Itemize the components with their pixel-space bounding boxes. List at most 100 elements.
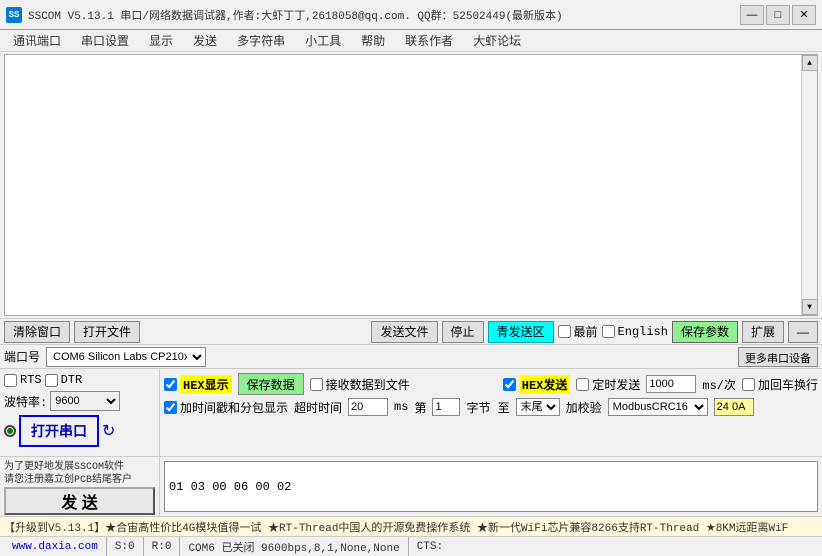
- port-status-indicator: [4, 425, 16, 437]
- notice-text: 为了更好地发展SSCOM软件 请您注册嘉立创PCB结尾客户: [4, 461, 155, 487]
- hex-display-checkbox[interactable]: [164, 378, 177, 391]
- timeout-input[interactable]: [348, 398, 388, 416]
- status-port: COM6 已关闭 9600bps,8,1,None,None: [180, 537, 408, 556]
- status-r-count: R:0: [144, 537, 181, 556]
- minimize-button[interactable]: —: [740, 5, 764, 25]
- display-content: [5, 55, 817, 315]
- english-checkbox-row: English: [602, 325, 668, 339]
- middle-area: RTS DTR 波特率: 9600 打开串口 ↻ HEX显示: [0, 368, 822, 456]
- port-label: 端口号: [4, 348, 40, 365]
- status-website[interactable]: www.daxia.com: [4, 537, 107, 556]
- baud-label: 波特率:: [4, 393, 47, 410]
- last-label: 最前: [574, 323, 598, 340]
- checksum-label: 加校验: [566, 399, 602, 416]
- right-panel: HEX显示 保存数据 接收数据到文件 HEX发送 定时发送 ms/次 加回车换行: [160, 369, 822, 456]
- main-display: ▲ ▼: [4, 54, 818, 316]
- title-controls: — □ ✕: [740, 5, 816, 25]
- page-input[interactable]: [432, 398, 460, 416]
- menu-contact[interactable]: 联系作者: [396, 29, 462, 52]
- send-area: 为了更好地发展SSCOM软件 请您注册嘉立创PCB结尾客户 发 送: [0, 456, 822, 516]
- title-bar: SS SSCOM V5.13.1 串口/网络数据调试器,作者:大虾丁丁,2618…: [0, 0, 822, 30]
- timeout-unit-label: ms: [394, 400, 408, 414]
- timeout-label: 超时时间: [294, 399, 342, 416]
- scroll-down-button[interactable]: ▼: [802, 299, 818, 315]
- maximize-button[interactable]: □: [766, 5, 790, 25]
- expand-button[interactable]: 扩展: [742, 321, 784, 343]
- rts-dtr-row: RTS DTR: [4, 373, 155, 387]
- hex-display-row: HEX显示 保存数据 接收数据到文件 HEX发送 定时发送 ms/次 加回车换行: [164, 373, 818, 395]
- menu-port-settings[interactable]: 串口设置: [72, 29, 138, 52]
- vertical-scrollbar[interactable]: ▲ ▼: [801, 55, 817, 315]
- hex-display-cb-row: HEX显示: [164, 375, 232, 394]
- timed-ms-input[interactable]: [646, 375, 696, 393]
- ticker-text: 【升级到V5.13.1】★合宙高性价比4G模块值得一试 ★RT-Thread中国…: [4, 523, 788, 535]
- last-checkbox[interactable]: [558, 325, 571, 338]
- app-icon: SS: [6, 7, 22, 23]
- page-label: 第: [414, 399, 426, 416]
- menu-multistring[interactable]: 多字符串: [228, 29, 294, 52]
- hex-value-input[interactable]: [714, 398, 754, 416]
- send-left-panel: 为了更好地发展SSCOM软件 请您注册嘉立创PCB结尾客户 发 送: [0, 457, 160, 516]
- baud-select[interactable]: 9600: [50, 391, 120, 411]
- timed-unit-label: ms/次: [702, 376, 736, 393]
- status-cts: CTS:: [409, 537, 818, 556]
- baud-row: 波特率: 9600: [4, 391, 155, 411]
- timed-send-cb-row: 定时发送: [576, 376, 640, 393]
- english-checkbox[interactable]: [602, 325, 615, 338]
- bottom-toolbar: 清除窗口 打开文件 发送文件 停止 青发送区 最前 English 保存参数 扩…: [0, 318, 822, 344]
- status-s-count: S:0: [107, 537, 144, 556]
- port-select[interactable]: COM6 Silicon Labs CP210x U...: [46, 347, 206, 367]
- timed-send-label: 定时发送: [592, 376, 640, 393]
- recv-to-file-checkbox[interactable]: [310, 378, 323, 391]
- left-panel: RTS DTR 波特率: 9600 打开串口 ↻: [0, 369, 160, 456]
- save-data-button[interactable]: 保存数据: [238, 373, 304, 395]
- menu-tools[interactable]: 小工具: [296, 29, 350, 52]
- checksum-select[interactable]: ModbusCRC16: [608, 398, 708, 416]
- send-button[interactable]: 发 送: [4, 487, 155, 515]
- port-row: 端口号 COM6 Silicon Labs CP210x U... 更多串口设备: [0, 344, 822, 368]
- clear-window-button[interactable]: 清除窗口: [4, 321, 70, 343]
- refresh-icon[interactable]: ↻: [102, 421, 115, 441]
- port-status-dot: [7, 428, 13, 434]
- ticker-row: 【升级到V5.13.1】★合宙高性价比4G模块值得一试 ★RT-Thread中国…: [0, 516, 822, 536]
- rts-checkbox[interactable]: [4, 374, 17, 387]
- menu-forum[interactable]: 大虾论坛: [464, 29, 530, 52]
- add-crlf-label: 加回车换行: [758, 376, 818, 393]
- scroll-up-button[interactable]: ▲: [802, 55, 818, 71]
- dtr-checkbox[interactable]: [45, 374, 58, 387]
- hex-data-input[interactable]: [164, 461, 818, 512]
- time-row: 加时间戳和分包显示 超时时间 ms 第 字节 至 末尾 加校验 ModbusCR…: [164, 398, 818, 416]
- save-params-button[interactable]: 保存参数: [672, 321, 738, 343]
- rts-label: RTS: [20, 373, 42, 387]
- stop-button[interactable]: 停止: [442, 321, 484, 343]
- status-bar: www.daxia.com S:0 R:0 COM6 已关闭 9600bps,8…: [0, 536, 822, 556]
- minus-button[interactable]: —: [788, 321, 818, 343]
- add-time-checkbox[interactable]: [164, 401, 177, 414]
- add-time-cb-row: 加时间戳和分包显示: [164, 399, 288, 416]
- byte-label: 字节 至: [466, 399, 509, 416]
- open-port-button[interactable]: 打开串口: [19, 415, 99, 447]
- send-file-button[interactable]: 发送文件: [371, 321, 437, 343]
- timed-send-checkbox[interactable]: [576, 378, 589, 391]
- hex-send-checkbox[interactable]: [503, 378, 516, 391]
- menu-display[interactable]: 显示: [140, 29, 182, 52]
- recv-to-file-label: 接收数据到文件: [326, 376, 410, 393]
- open-port-row: 打开串口 ↻: [4, 415, 155, 447]
- open-file-button[interactable]: 打开文件: [74, 321, 140, 343]
- english-label: English: [618, 325, 668, 339]
- menu-send[interactable]: 发送: [184, 29, 226, 52]
- hex-send-label: HEX发送: [519, 375, 571, 394]
- menu-comm-port[interactable]: 通讯端口: [4, 29, 70, 52]
- add-crlf-checkbox[interactable]: [742, 378, 755, 391]
- last-checkbox-row: 最前: [558, 323, 598, 340]
- close-button[interactable]: ✕: [792, 5, 816, 25]
- add-time-label: 加时间戳和分包显示: [180, 399, 288, 416]
- more-ports-button[interactable]: 更多串口设备: [738, 347, 818, 367]
- title-left: SS SSCOM V5.13.1 串口/网络数据调试器,作者:大虾丁丁,2618…: [6, 7, 563, 23]
- menu-bar: 通讯端口 串口设置 显示 发送 多字符串 小工具 帮助 联系作者 大虾论坛: [0, 30, 822, 52]
- send-area-button[interactable]: 青发送区: [488, 321, 554, 343]
- menu-help[interactable]: 帮助: [352, 29, 394, 52]
- app-title: SSCOM V5.13.1 串口/网络数据调试器,作者:大虾丁丁,2618058…: [28, 7, 563, 23]
- end-select[interactable]: 末尾: [516, 398, 560, 416]
- recv-to-file-cb-row: 接收数据到文件: [310, 376, 410, 393]
